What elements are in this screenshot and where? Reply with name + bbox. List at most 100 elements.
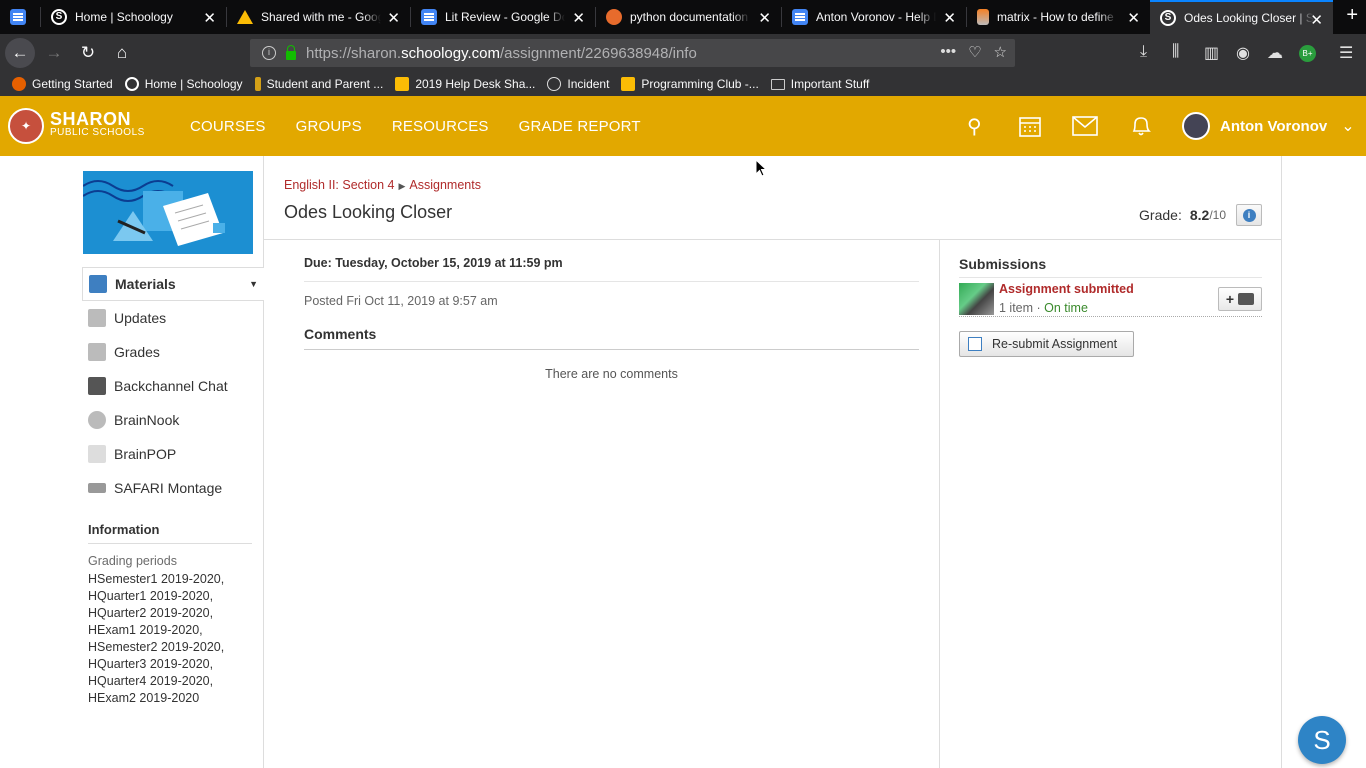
information-heading: Information — [88, 522, 252, 544]
calendar-icon[interactable] — [1018, 96, 1042, 156]
submissions-panel: Submissions Assignment submitted 1 item … — [959, 256, 1262, 357]
tab-google-docs[interactable] — [0, 0, 40, 34]
close-tab-icon[interactable]: ✕ — [203, 9, 216, 27]
tab-stackoverflow[interactable]: matrix - How to define ✕ — [967, 0, 1150, 34]
close-tab-icon[interactable]: ✕ — [943, 9, 956, 27]
back-icon[interactable]: ← — [5, 38, 35, 68]
submission-on-time: On time — [1044, 301, 1088, 315]
url-bar[interactable]: i https://sharon.schoology.com/assignmen… — [250, 39, 1015, 67]
bookmark-important-stuff[interactable]: Important Stuff — [770, 77, 869, 91]
forward-icon[interactable]: → — [39, 38, 69, 68]
site-header: ✦ SHARON PUBLIC SCHOOLS COURSES GROUPS R… — [0, 96, 1366, 156]
nav-groups[interactable]: GROUPS — [296, 118, 362, 135]
grammarly-badge[interactable]: B+ — [1299, 45, 1316, 62]
bookmark-home-schoology[interactable]: Home | Schoology — [124, 77, 243, 91]
sidebar-item-safari-montage[interactable]: SAFARI Montage — [82, 471, 264, 505]
plus-icon: + — [1225, 291, 1235, 307]
close-tab-icon[interactable]: ✕ — [1127, 9, 1140, 27]
tab-title: Lit Review - Google Docs — [445, 10, 565, 24]
globe-icon — [547, 77, 562, 91]
close-tab-icon[interactable]: ✕ — [758, 9, 771, 27]
sidebar-item-grades[interactable]: Grades — [82, 335, 264, 369]
grade-display: Grade: 8.2/10 i — [1139, 204, 1262, 226]
bookmark-getting-started[interactable]: Getting Started — [12, 77, 113, 91]
google-drive-icon — [395, 77, 410, 91]
sidebar-item-updates[interactable]: Updates — [82, 301, 264, 335]
grading-period: HExam1 2019-2020, — [88, 623, 203, 637]
tab-google-drive[interactable]: Shared with me - Google Drive ✕ — [227, 0, 410, 34]
notifications-bell-icon[interactable] — [1130, 96, 1152, 156]
course-sidebar: Materials ▼ Updates Grades Backchannel C… — [82, 156, 264, 768]
tab-home-schoology[interactable]: S Home | Schoology ✕ — [41, 0, 226, 34]
bookmark-incident[interactable]: Incident — [547, 77, 609, 91]
tab-lit-review[interactable]: Lit Review - Google Docs ✕ — [411, 0, 595, 34]
submission-status-link[interactable]: Assignment submitted — [999, 280, 1134, 299]
grade-max: /10 — [1209, 208, 1226, 222]
resubmit-icon — [968, 337, 982, 351]
schoology-icon: S — [1160, 10, 1176, 26]
assignment-main: English II: Section 4 ▶ Assignments Odes L… — [264, 156, 1282, 768]
sidebar-item-brainnook[interactable]: BrainNook — [82, 403, 264, 437]
due-date: Due: Tuesday, October 15, 2019 at 11:59 … — [304, 256, 919, 282]
nav-courses[interactable]: COURSES — [190, 118, 266, 135]
sidebar-item-brainpop[interactable]: BrainPOP — [82, 437, 264, 471]
schoology-chat-button[interactable]: S — [1298, 716, 1346, 764]
google-drive-icon — [237, 10, 253, 24]
mail-icon[interactable] — [1072, 96, 1098, 156]
schoology-icon — [124, 77, 139, 91]
bookmark-student-parent[interactable]: Student and Parent ... — [254, 77, 383, 91]
tray-icon — [1238, 293, 1255, 305]
account-icon[interactable]: ◉ — [1236, 43, 1250, 63]
bookmarks-bar: Getting Started Home | Schoology Student… — [0, 72, 1366, 96]
submission-item: Assignment submitted 1 item · On time + — [959, 280, 1262, 317]
downloads-icon[interactable]: ⤓ — [1140, 43, 1147, 61]
grading-period: HQuarter2 2019-2020, — [88, 606, 214, 620]
tab-python-docs[interactable]: python documentation ✕ — [596, 0, 781, 34]
grade-info-button[interactable]: i — [1236, 204, 1262, 226]
site-info-icon[interactable]: i — [262, 46, 276, 60]
user-menu[interactable]: Anton Voronov ⌄ — [1182, 96, 1355, 156]
nav-grade-report[interactable]: GRADE REPORT — [519, 118, 641, 135]
menu-icon[interactable]: ☰ — [1339, 43, 1353, 63]
submissions-heading: Submissions — [959, 256, 1262, 278]
grading-period: HSemester1 2019-2020, — [88, 572, 225, 586]
breadcrumb-course-link[interactable]: English II: Section 4 — [284, 178, 394, 192]
home-icon[interactable]: ⌂ — [107, 38, 137, 68]
tab-odes-looking-closer[interactable]: S Odes Looking Closer | Schoology ✕ — [1150, 0, 1333, 34]
page-actions-icon[interactable]: ••• — [940, 43, 956, 61]
close-tab-icon[interactable]: ✕ — [572, 9, 585, 27]
tab-title: Odes Looking Closer | Schoology — [1184, 11, 1314, 25]
bookmark-help-desk[interactable]: 2019 Help Desk Sha... — [395, 77, 535, 91]
sidebar-item-backchannel-chat[interactable]: Backchannel Chat — [82, 369, 264, 403]
lock-icon — [286, 44, 296, 60]
add-to-resources-button[interactable]: + — [1218, 287, 1262, 311]
pocket-icon[interactable]: ♡ — [968, 43, 981, 61]
breadcrumb-assignments-link[interactable]: Assignments — [409, 178, 481, 192]
extension-icon[interactable]: ☁ — [1267, 43, 1283, 63]
chevron-down-icon: ⌄ — [1341, 118, 1355, 135]
new-tab-icon[interactable]: + — [1346, 4, 1358, 27]
search-icon[interactable]: ⚲ — [967, 96, 982, 156]
submission-thumbnail[interactable] — [959, 283, 994, 315]
page-content: Materials ▼ Updates Grades Backchannel C… — [82, 156, 1282, 768]
course-banner-image — [83, 171, 253, 254]
school-seal-icon: ✦ — [8, 108, 44, 144]
resubmit-assignment-button[interactable]: Re-submit Assignment — [959, 331, 1134, 357]
sidebar-item-materials[interactable]: Materials ▼ — [82, 267, 264, 301]
url-text[interactable]: https://sharon.schoology.com/assignment/… — [306, 45, 697, 62]
caret-down-icon[interactable]: ▼ — [249, 279, 258, 289]
close-tab-icon[interactable]: ✕ — [387, 9, 400, 27]
bookmark-programming-club[interactable]: Programming Club -... — [621, 77, 759, 91]
materials-icon — [89, 275, 107, 293]
tab-help-desk[interactable]: Anton Voronov - Help Desk ✕ — [782, 0, 966, 34]
library-icon[interactable]: ⫼ — [1172, 43, 1179, 61]
nav-resources[interactable]: RESOURCES — [392, 118, 489, 135]
school-logo[interactable]: ✦ SHARON PUBLIC SCHOOLS — [8, 108, 145, 144]
folder-icon — [770, 78, 785, 90]
posted-date: Posted Fri Oct 11, 2019 at 9:57 am — [304, 294, 498, 308]
chat-icon — [88, 377, 106, 395]
close-tab-icon[interactable]: ✕ — [1310, 11, 1323, 29]
reload-icon[interactable]: ↻ — [73, 38, 103, 68]
sidebar-toggle-icon[interactable]: ▥ — [1204, 43, 1219, 63]
bookmark-star-icon[interactable]: ☆ — [994, 43, 1007, 61]
